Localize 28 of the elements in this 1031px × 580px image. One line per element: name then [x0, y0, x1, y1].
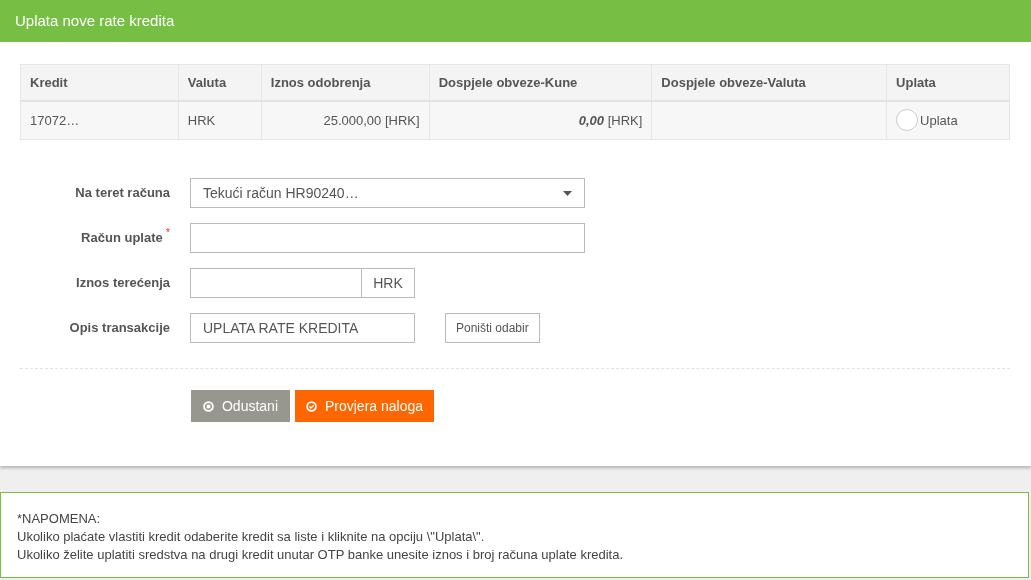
cancel-icon: [202, 400, 214, 412]
required-mark: *: [165, 225, 170, 241]
caret-icon: [563, 190, 572, 196]
column-header: Kredit: [20, 64, 179, 101]
column-header: Iznos odobrenja: [261, 64, 430, 101]
column-header: Uplata: [886, 64, 1010, 101]
column-header: Valuta: [178, 64, 262, 101]
account-select[interactable]: Tekući račun HR90240…: [190, 178, 585, 208]
column-header: Dospjele obveze-Kune: [429, 64, 652, 101]
field-label: Račun uplate: [81, 229, 163, 248]
table-cell: 0,00 [HRK]: [578, 112, 643, 128]
clear-button[interactable]: Poništi odabir: [445, 313, 540, 343]
input-field[interactable]: [190, 268, 362, 298]
note-text: Ukoliko plaćate vlastiti kredit odaberite kredit sa liste i kliknite na opciju \"Uplata\".: [17, 528, 486, 546]
field-label: Iznos terećenja: [76, 274, 170, 293]
field-label: Na teret računa: [75, 184, 170, 203]
table-cell: 25.000,00 [HRK]: [323, 112, 420, 128]
page-title: Uplata nove rate kredita: [15, 10, 175, 31]
table-cell: 17072…: [30, 112, 80, 128]
input-field[interactable]: UPLATA RATE KREDITA: [190, 313, 415, 343]
note-text: *NAPOMENA:: [17, 510, 102, 528]
column-header: Dospjele obveze-Valuta: [651, 64, 887, 101]
input-field[interactable]: [190, 223, 585, 253]
table-cell: HRK: [187, 112, 216, 128]
note-text: Ukoliko želite uplatiti sredstva na drugi kredit unutar OTP banke unesite iznos i broj računa uplate kredita.: [17, 546, 625, 564]
check-icon: [305, 400, 317, 412]
currency-addon: HRK: [362, 268, 415, 298]
field-label: Opis transakcije: [69, 319, 170, 338]
